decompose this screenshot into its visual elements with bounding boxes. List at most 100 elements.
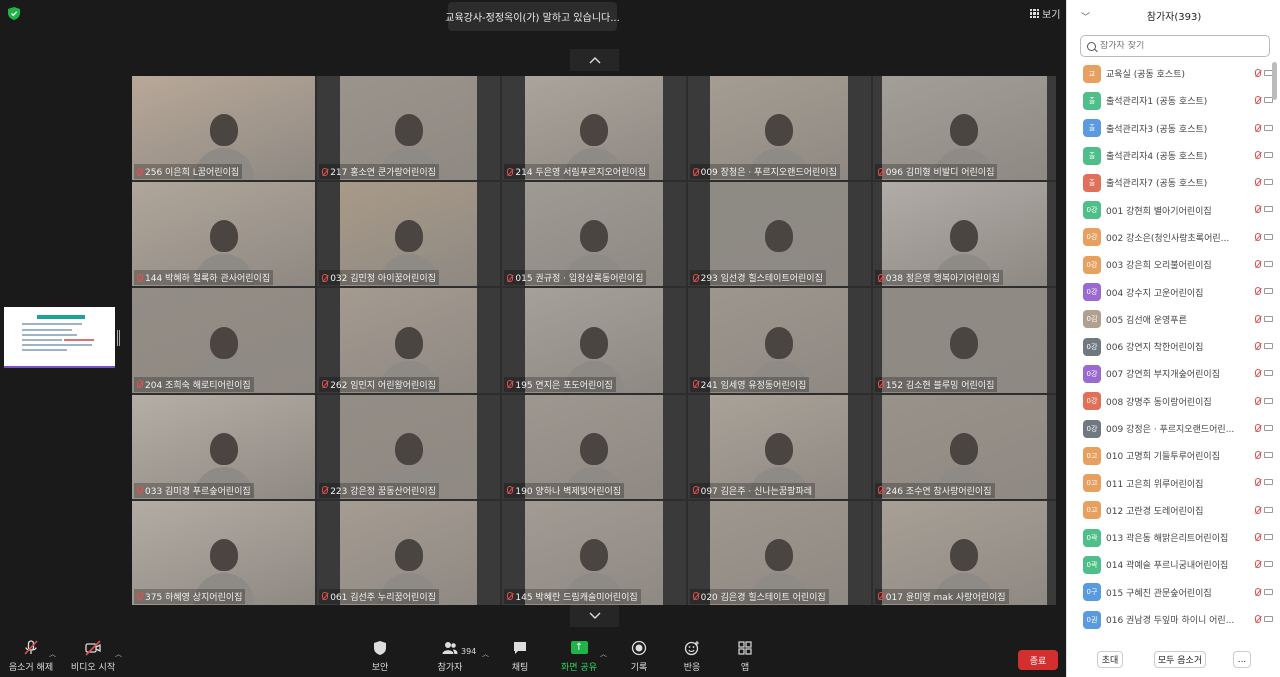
- participant-name-label: 020 김은경 힐스테이트 어린이집: [689, 588, 829, 604]
- participant-list-scrollbar[interactable]: [1272, 62, 1277, 100]
- chat-button[interactable]: 채팅: [500, 637, 540, 677]
- reactions-label: 반응: [683, 663, 701, 673]
- mic-muted-icon: [692, 273, 699, 282]
- start-video-button[interactable]: 비디오 시작: [68, 637, 118, 677]
- participant-row[interactable]: 출 출석관리자7 (공동 호스트): [1077, 169, 1273, 196]
- participant-name-label: 144 박혜하 철록하 관사어린이집: [134, 270, 274, 286]
- gallery-page-down-button[interactable]: [570, 605, 619, 627]
- video-tile[interactable]: 217 홍소연 쿤가랑어린이집: [317, 76, 501, 181]
- video-tile[interactable]: 015 권규정 · 입장상록동어린이집: [502, 182, 686, 287]
- participant-row[interactable]: 교 교육실 (공동 호스트): [1077, 60, 1273, 87]
- participants-options-caret-icon[interactable]: ︿: [482, 649, 489, 659]
- avatar: 출: [1083, 119, 1101, 138]
- apps-label: 앱: [740, 663, 750, 673]
- reactions-button[interactable]: 반응: [672, 637, 712, 677]
- video-off-icon: [1264, 534, 1273, 541]
- thumbnail-drag-handle[interactable]: [117, 330, 120, 346]
- video-tile[interactable]: 020 김은경 힐스테이트 어린이집: [687, 500, 871, 605]
- record-button[interactable]: 기록: [619, 637, 659, 677]
- video-tile[interactable]: 009 장청은 · 푸르지오랜드어린이집: [687, 76, 871, 181]
- video-tile[interactable]: 038 정은영 행복아기어린이집: [872, 182, 1056, 287]
- participant-row[interactable]: 0강 006 강연지 착한어린이집: [1077, 333, 1273, 360]
- apps-button[interactable]: 앱: [725, 637, 765, 677]
- participant-row[interactable]: 0강 004 강수지 고운어린이집: [1077, 278, 1273, 305]
- participants-button[interactable]: 참가자: [430, 637, 470, 677]
- participant-row[interactable]: 0구 015 구혜진 관문숲어린이집: [1077, 579, 1273, 606]
- participant-name-label: 096 김미형 비발디 어린이집: [874, 164, 998, 180]
- participant-row[interactable]: 0강 009 강정은 · 푸르지오랜드어린...: [1077, 415, 1273, 442]
- unmute-label: 음소거 해제: [8, 663, 54, 673]
- participant-row[interactable]: 0곽 013 곽은동 해맑은리트어린이집: [1077, 524, 1273, 551]
- video-tile[interactable]: 223 강은정 꿈동산어린이집: [317, 394, 501, 499]
- video-tile[interactable]: 032 김민정 아이꿈어린이집: [317, 182, 501, 287]
- participant-row[interactable]: 0곽 014 곽예슬 푸르니궁내어린이집: [1077, 551, 1273, 578]
- participant-row[interactable]: 0고 011 고은희 위루어린이집: [1077, 469, 1273, 496]
- video-tile[interactable]: 190 양하나 벽제빛어린이집: [502, 394, 686, 499]
- shared-screen-thumbnail[interactable]: [4, 307, 115, 368]
- video-tile[interactable]: 262 임민지 어린왕어린이집: [317, 288, 501, 393]
- participant-row[interactable]: 출 출석관리자1 (공동 호스트): [1077, 87, 1273, 114]
- more-options-button[interactable]: ...: [1233, 651, 1251, 668]
- video-tile[interactable]: 195 연지은 포도어린이집: [502, 288, 686, 393]
- participant-name: 014 곽예슬 푸르니궁내어린이집: [1106, 561, 1229, 572]
- video-tile[interactable]: 375 하혜영 상지어린이집: [132, 500, 316, 605]
- participant-name: 006 강연지 착한어린이집: [1106, 343, 1204, 354]
- video-tile[interactable]: 097 김은주 · 신나는꿈팡파레: [687, 394, 871, 499]
- participant-row[interactable]: 0강 002 강소은(청인사랑초록어린...: [1077, 224, 1273, 251]
- zoom-window: 교육강사-정정옥이(가) 말하고 있습니다... 보기 256 이은희 L꿈어린…: [0, 0, 1280, 677]
- participant-row[interactable]: 0김 005 김선애 운영푸른: [1077, 306, 1273, 333]
- collapse-chevron-icon[interactable]: ﹀: [1081, 10, 1090, 23]
- video-tile[interactable]: 096 김미형 비발디 어린이집: [872, 76, 1056, 181]
- video-tile[interactable]: 293 임선경 힐스테이트어린이집: [687, 182, 871, 287]
- participant-row[interactable]: 0권 016 권남경 두잎마 하이니 어린...: [1077, 606, 1273, 633]
- participant-row[interactable]: 0강 001 강현희 별아기어린이집: [1077, 196, 1273, 223]
- video-tile[interactable]: 145 박혜란 드림캐슬미어린이집: [502, 500, 686, 605]
- video-tile[interactable]: 144 박혜하 철록하 관사어린이집: [132, 182, 316, 287]
- participant-row[interactable]: 0고 012 고란경 도레어린이집: [1077, 497, 1273, 524]
- avatar: 출: [1083, 173, 1101, 192]
- participants-count: 394: [461, 647, 477, 656]
- mic-muted-icon: [877, 167, 884, 176]
- mic-muted-icon: [1255, 260, 1261, 269]
- participant-row[interactable]: 0강 003 강은희 오리불어린이집: [1077, 251, 1273, 278]
- mute-all-button[interactable]: 모두 음소거: [1154, 651, 1206, 668]
- participant-row[interactable]: 0강 007 강연희 부지개숲어린이집: [1077, 360, 1273, 387]
- video-tile[interactable]: 241 임세영 유정동어린이집: [687, 288, 871, 393]
- participant-row[interactable]: 출 출석관리자4 (공동 호스트): [1077, 142, 1273, 169]
- meeting-area: 교육강사-정정옥이(가) 말하고 있습니다... 보기 256 이은희 L꿈어린…: [0, 0, 1066, 677]
- participant-search-box[interactable]: [1080, 35, 1270, 57]
- end-meeting-button[interactable]: 종료: [1018, 650, 1058, 670]
- participant-row[interactable]: 출 출석관리자3 (공동 호스트): [1077, 115, 1273, 142]
- video-off-icon: [1264, 315, 1273, 322]
- participant-row[interactable]: 0고 010 고명희 기들투루어린이집: [1077, 442, 1273, 469]
- participant-search-input[interactable]: [1100, 41, 1260, 51]
- video-tile[interactable]: 152 김소현 블루밍 어린이집: [872, 288, 1056, 393]
- invite-button[interactable]: 초대: [1097, 651, 1123, 668]
- video-tile[interactable]: 204 조희숙 해로티어린이집: [132, 288, 316, 393]
- video-options-caret-icon[interactable]: ︿: [115, 649, 122, 659]
- apps-icon: [738, 641, 752, 655]
- participant-name: 007 강연희 부지개숲어린이집: [1106, 370, 1220, 381]
- audio-options-caret-icon[interactable]: ︿: [49, 649, 56, 659]
- mic-muted-icon: [1255, 614, 1261, 623]
- avatar: 0곽: [1083, 555, 1101, 574]
- video-off-icon: [1264, 452, 1273, 459]
- participant-row[interactable]: 0강 008 강명주 동이랑어린이집: [1077, 388, 1273, 415]
- video-tile[interactable]: 214 두은영 서림푸르지오어린이집: [502, 76, 686, 181]
- video-tile[interactable]: 246 조수연 참사랑어린이집: [872, 394, 1056, 499]
- encryption-shield-icon[interactable]: [8, 7, 20, 20]
- video-tile[interactable]: 256 이은희 L꿈어린이집: [132, 76, 316, 181]
- gallery-page-up-button[interactable]: [570, 49, 619, 71]
- view-button[interactable]: 보기: [1030, 6, 1060, 21]
- security-button[interactable]: 보안: [360, 637, 400, 677]
- video-tile[interactable]: 033 김미경 푸르숲어린이집: [132, 394, 316, 499]
- share-screen-button[interactable]: ↑ 화면 공유: [557, 637, 601, 677]
- participant-name-label: 038 정은영 행복아기어린이집: [874, 270, 1003, 286]
- participant-name: 015 구혜진 관문숲어린이집: [1106, 588, 1212, 599]
- mic-muted-icon: [1255, 232, 1261, 241]
- participant-name-label: 015 권규정 · 입장상록동어린이집: [504, 270, 647, 286]
- video-tile[interactable]: 017 윤미영 mak 사랑어린이집: [872, 500, 1056, 605]
- video-tile[interactable]: 061 김선주 누리꿈어린이집: [317, 500, 501, 605]
- share-options-caret-icon[interactable]: ︿: [600, 649, 607, 659]
- mic-muted-icon: [322, 167, 329, 176]
